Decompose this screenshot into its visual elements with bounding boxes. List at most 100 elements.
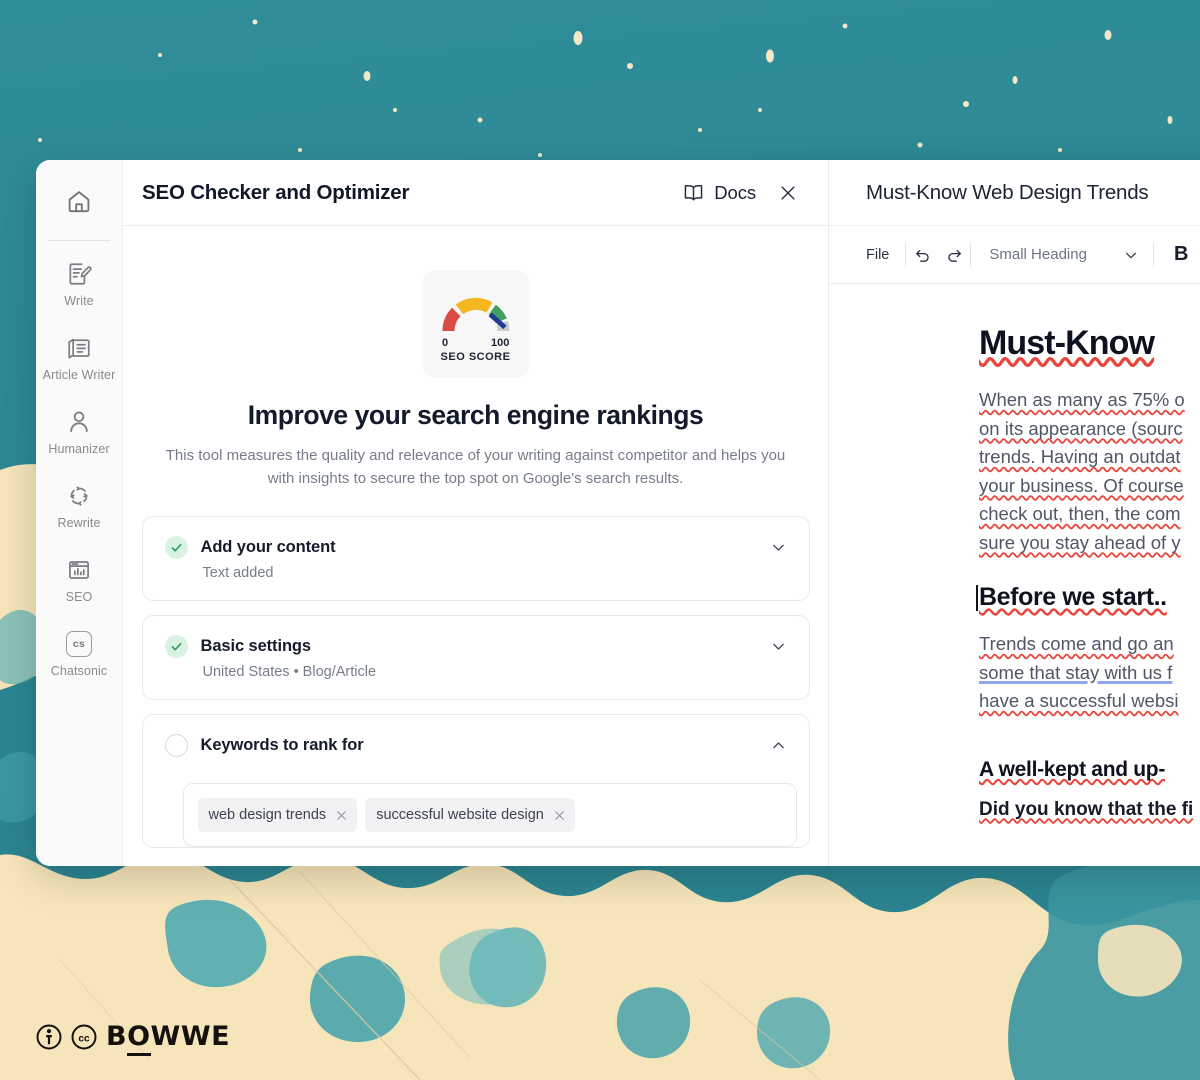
- sidebar-item-label: Rewrite: [57, 516, 101, 530]
- accordion-basic-settings[interactable]: Basic settings United States • Blog/Arti…: [141, 615, 810, 700]
- seo-panel-header: SEO Checker and Optimizer Docs: [123, 160, 828, 226]
- text-style-dropdown[interactable]: Small Heading: [971, 246, 1153, 263]
- creative-commons-icon: cc: [71, 1024, 97, 1049]
- chevron-down-icon[interactable]: [770, 638, 787, 655]
- accordion-title: Keywords to rank for: [200, 736, 364, 754]
- text-style-value: Small Heading: [989, 246, 1087, 263]
- document-line: trends. Having an outdat: [979, 446, 1181, 467]
- gauge-min-label: 0: [442, 337, 448, 349]
- gauge-max-label: 100: [491, 337, 509, 349]
- redo-icon: [948, 250, 961, 262]
- sidebar-item-rewrite[interactable]: Rewrite: [44, 481, 114, 530]
- document-heading-1-text: Must-Know: [979, 324, 1155, 362]
- document-pencil-icon: [66, 259, 92, 289]
- sidebar-item-label: SEO: [65, 590, 93, 604]
- undo-icon: [916, 250, 929, 262]
- check-icon: [164, 536, 188, 559]
- close-icon[interactable]: [335, 809, 348, 822]
- seo-checker-panel: SEO Checker and Optimizer Docs 0 100 SEO…: [123, 160, 829, 866]
- sidebar-item-label: Write: [64, 294, 94, 308]
- seo-heading: Improve your search engine rankings: [247, 400, 704, 430]
- seo-subheading: This tool measures the quality and relev…: [161, 444, 791, 490]
- document-line: have a successful websi: [979, 690, 1179, 711]
- document-paragraph-2: Trends come and go an some that stay wit…: [979, 630, 1200, 716]
- document-heading-2: Before we start..: [976, 583, 1200, 612]
- accordion-keywords-to-rank-for[interactable]: Keywords to rank for web design trends s…: [141, 714, 810, 848]
- document-content[interactable]: Must-Know When as many as 75% o on its a…: [829, 284, 1200, 866]
- redo-button[interactable]: [938, 239, 970, 271]
- cs-badge-label: cs: [66, 631, 92, 657]
- bold-button[interactable]: B: [1154, 243, 1188, 266]
- sidebar-item-seo[interactable]: SEO: [44, 555, 114, 604]
- accessibility-icon: [36, 1024, 62, 1049]
- sidebar-item-label: Humanizer: [48, 442, 110, 456]
- sidebar-item-write[interactable]: Write: [44, 259, 114, 308]
- close-icon[interactable]: [553, 809, 566, 822]
- status-circle-icon: [164, 734, 188, 757]
- sidebar-item-label: Article Writer: [42, 368, 116, 382]
- accordion-title: Add your content: [200, 538, 336, 556]
- sidebar-icon-rail: Write Article Writer Humanizer Rewrite S…: [36, 160, 123, 866]
- bowwe-brand-part-2: O: [127, 1021, 151, 1056]
- document-paragraph-3: Did you know that the fi: [979, 799, 1200, 821]
- document-line: your business. Of course: [979, 474, 1184, 496]
- file-menu-button[interactable]: File: [866, 247, 905, 263]
- close-icon: [781, 185, 795, 200]
- bowwe-brand-part-1: B: [106, 1021, 128, 1052]
- sidebar-item-article-writer[interactable]: Article Writer: [42, 333, 116, 382]
- document-line-suggestion[interactable]: some that stay with us f: [979, 662, 1172, 683]
- document-line: Did you know that the fi: [979, 798, 1194, 820]
- document-line: check out, then, the com: [979, 503, 1181, 524]
- sidebar-item-home[interactable]: [52, 176, 106, 226]
- document-line: on its appearance (sourc: [979, 417, 1183, 439]
- document-title: Must-Know Web Design Trends: [866, 180, 1149, 204]
- refresh-cycle-icon: [66, 481, 92, 511]
- keyword-chip[interactable]: web design trends: [197, 798, 358, 832]
- sidebar-item-humanizer[interactable]: Humanizer: [44, 407, 114, 456]
- docs-button[interactable]: Docs: [682, 181, 756, 204]
- page-title: SEO Checker and Optimizer: [142, 180, 410, 204]
- cs-badge-icon: cs: [66, 629, 92, 659]
- document-line: sure you stay ahead of y: [979, 531, 1181, 553]
- document-paragraph-1: When as many as 75% o on its appearance …: [979, 386, 1200, 557]
- document-heading-3: A well-kept and up-: [979, 758, 1200, 782]
- seo-panel-body: 0 100 SEO SCORE Improve your search engi…: [123, 226, 828, 866]
- accordion-add-your-content[interactable]: Add your content Text added: [141, 516, 810, 601]
- seo-score-caption: SEO SCORE: [440, 351, 511, 363]
- bowwe-brand-text: BOWWE: [106, 1021, 230, 1056]
- article-icon: [66, 333, 92, 363]
- document-heading-1: Must-Know: [979, 322, 1200, 364]
- undo-button[interactable]: [906, 239, 938, 271]
- accordion-subtitle: United States • Blog/Article: [202, 664, 377, 680]
- accordion-header: Add your content: [164, 536, 787, 559]
- bowwe-logo: cc BOWWE: [36, 1021, 230, 1056]
- keywords-input-box[interactable]: web design trends successful website des…: [182, 783, 797, 847]
- chevron-down-icon[interactable]: [770, 539, 787, 556]
- accordion-title: Basic settings: [200, 637, 312, 655]
- book-icon: [684, 185, 703, 201]
- seo-score-gauge: 0 100: [442, 297, 509, 349]
- seo-subheading-line-1: This tool measures the quality and relev…: [165, 447, 688, 464]
- keyword-chip[interactable]: successful website design: [365, 798, 575, 832]
- svg-text:cc: cc: [78, 1033, 90, 1044]
- close-button[interactable]: [778, 183, 798, 203]
- chevron-down-icon: [1125, 252, 1136, 258]
- home-icon: [68, 190, 90, 212]
- sidebar-item-label: Chatsonic: [50, 664, 108, 678]
- accordion-header: Basic settings: [164, 635, 787, 658]
- document-editor-panel: Must-Know Web Design Trends File Small H…: [829, 160, 1200, 866]
- check-icon: [164, 635, 188, 658]
- chevron-up-icon[interactable]: [770, 737, 787, 754]
- seo-score-gauge-card: 0 100 SEO SCORE: [421, 270, 530, 378]
- person-icon: [66, 407, 92, 437]
- document-header: Must-Know Web Design Trends: [829, 160, 1200, 226]
- keyword-chip-label: web design trends: [208, 807, 327, 823]
- chart-window-icon: [66, 555, 92, 585]
- app-window: Write Article Writer Humanizer Rewrite S…: [36, 160, 1200, 866]
- document-heading-3-text: A well-kept and up-: [979, 757, 1166, 781]
- sidebar-divider: [48, 240, 110, 241]
- document-line: Trends come and go an: [979, 633, 1174, 654]
- document-heading-2-text: Before we start..: [979, 583, 1167, 611]
- docs-label: Docs: [714, 181, 756, 203]
- sidebar-item-chatsonic[interactable]: cs Chatsonic: [44, 629, 114, 678]
